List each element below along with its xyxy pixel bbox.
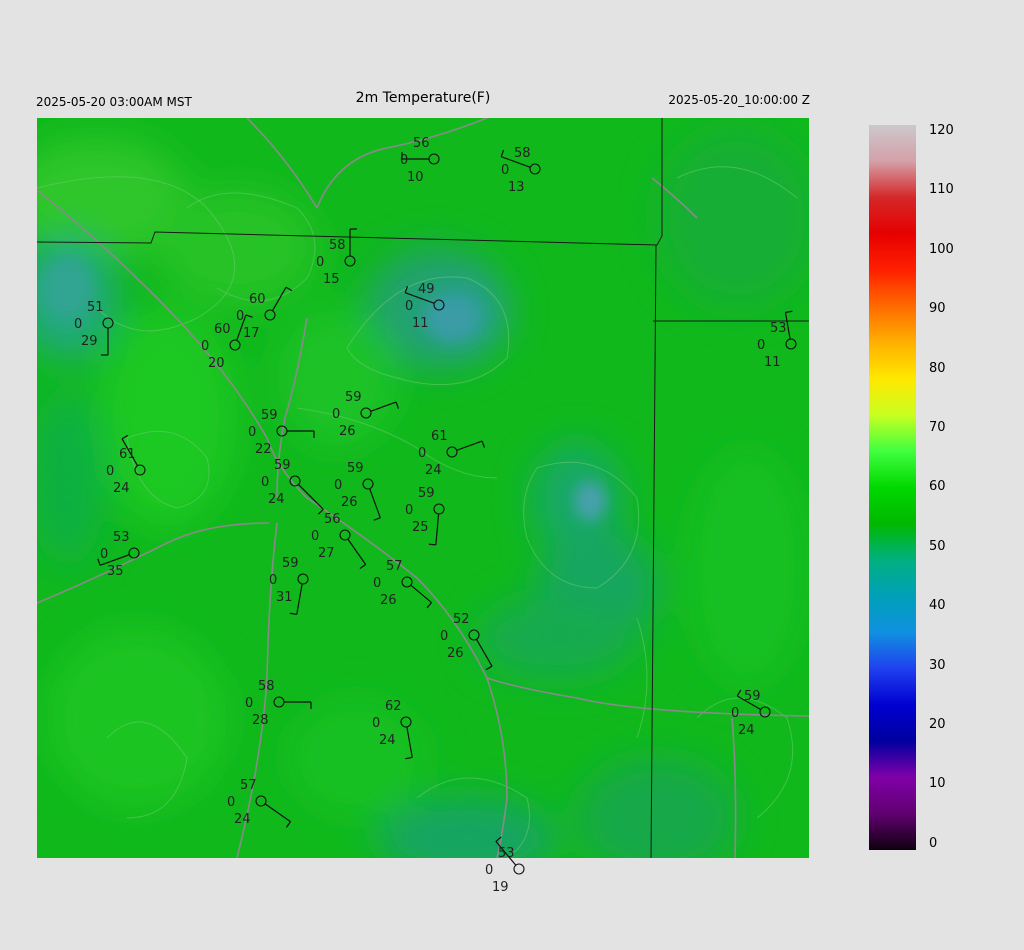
station-visibility: 0 — [372, 716, 380, 731]
colorbar-tick-label: 100 — [929, 241, 954, 257]
station-dewpoint: 26 — [341, 495, 358, 510]
station-dewpoint: 26 — [380, 593, 397, 608]
station-temperature: 59 — [744, 689, 761, 704]
station-temperature: 62 — [385, 699, 402, 714]
station-temperature: 53 — [770, 321, 787, 336]
station-temperature: 59 — [261, 408, 278, 423]
station-temperature: 58 — [258, 679, 275, 694]
colorbar-tick-label: 50 — [929, 538, 946, 554]
station-visibility: 0 — [405, 503, 413, 518]
colorbar-tick-label: 70 — [929, 420, 946, 435]
station-visibility: 0 — [440, 629, 448, 644]
station-temperature: 61 — [119, 447, 136, 462]
station-dewpoint: 24 — [425, 463, 442, 478]
station-dewpoint: 26 — [339, 424, 356, 439]
station-dewpoint: 24 — [113, 481, 130, 496]
station-temperature: 58 — [329, 238, 346, 253]
station-visibility: 0 — [248, 425, 256, 440]
station-dewpoint: 22 — [255, 442, 272, 457]
colorbar-tick-label: 0 — [929, 835, 938, 851]
utc-time-label: 2025-05-20_10:00:00 Z — [668, 93, 810, 107]
temperature-map: 56 0 10 58 0 13 58 0 15 49 0 11 51 0 29 60 0 17 60 0 20 53 0 11… — [37, 118, 809, 895]
station-dewpoint: 19 — [492, 880, 509, 895]
station-temperature: 53 — [498, 846, 515, 861]
station-dewpoint: 31 — [276, 590, 293, 605]
station-visibility: 0 — [311, 529, 319, 544]
station-visibility: 0 — [316, 255, 324, 270]
station-temperature: 53 — [113, 530, 130, 545]
station-visibility: 0 — [245, 696, 253, 711]
temperature-field — [37, 118, 809, 858]
station-dewpoint: 10 — [407, 170, 424, 185]
station-dewpoint: 11 — [764, 355, 781, 370]
station-visibility: 0 — [106, 464, 114, 479]
station-dewpoint: 24 — [268, 492, 285, 507]
station-visibility: 0 — [373, 576, 381, 591]
station-temperature: 57 — [386, 559, 403, 574]
station-visibility: 0 — [501, 163, 509, 178]
station-dewpoint: 11 — [412, 316, 429, 331]
station-temperature: 56 — [413, 136, 430, 151]
colorbar-tick-label: 20 — [929, 717, 946, 732]
colorbar-tick-label: 80 — [929, 360, 946, 376]
station-temperature: 52 — [453, 612, 470, 627]
station-temperature: 60 — [214, 322, 231, 337]
station-dewpoint: 13 — [508, 180, 525, 195]
station-visibility: 0 — [334, 478, 342, 493]
station-circle — [513, 863, 525, 875]
station-dewpoint: 24 — [234, 812, 251, 827]
station-visibility: 0 — [485, 863, 493, 878]
station-visibility: 0 — [418, 446, 426, 461]
station-dewpoint: 15 — [323, 272, 340, 287]
colorbar-tick-label: 40 — [929, 598, 946, 614]
station-visibility: 0 — [74, 317, 82, 332]
colorbar-tick-label: 90 — [929, 301, 946, 317]
station-dewpoint: 20 — [208, 356, 225, 371]
colorbar-tick-label: 10 — [929, 776, 946, 792]
station-visibility: 0 — [100, 547, 108, 562]
station-visibility: 0 — [757, 338, 765, 353]
station-visibility: 0 — [261, 475, 269, 490]
station-temperature: 49 — [418, 282, 435, 297]
station-temperature: 51 — [87, 300, 104, 315]
station-dewpoint: 26 — [447, 646, 464, 661]
station-visibility: 0 — [731, 706, 739, 721]
station-temperature: 59 — [282, 556, 299, 571]
station-temperature: 59 — [418, 486, 435, 501]
station-visibility: 0 — [201, 339, 209, 354]
station-temperature: 58 — [514, 146, 531, 161]
wind-barb-flag — [428, 543, 436, 546]
station-temperature: 60 — [249, 292, 266, 307]
station-dewpoint: 27 — [318, 546, 335, 561]
station-visibility: 0 — [269, 573, 277, 588]
colorbar-tick-label: 110 — [929, 182, 954, 198]
station-dewpoint: 24 — [738, 723, 755, 738]
station-dewpoint: 35 — [107, 564, 124, 579]
colorbar-tick-label: 30 — [929, 657, 946, 673]
station-visibility: 0 — [405, 299, 413, 314]
station-dewpoint: 29 — [81, 334, 98, 349]
station-visibility: 0 — [227, 795, 235, 810]
station-temperature: 59 — [347, 461, 364, 476]
station-dewpoint: 25 — [412, 520, 429, 535]
color-scale-bar — [869, 125, 916, 850]
station-temperature: 56 — [324, 512, 341, 527]
station-dewpoint: 24 — [379, 733, 396, 748]
station-temperature: 57 — [240, 778, 257, 793]
station-temperature: 59 — [274, 458, 291, 473]
station-temperature: 61 — [431, 429, 448, 444]
colorbar-tick-label: 60 — [929, 479, 946, 495]
station-dewpoint: 28 — [252, 713, 269, 728]
station-dewpoint: 17 — [243, 326, 260, 341]
colorbar-tick-label: 120 — [929, 123, 954, 138]
station-visibility: 0 — [400, 153, 408, 168]
map-canvas: 56 0 10 58 0 13 58 0 15 49 0 11 51 0 29 60 0 17 60 0 20 53 0 11… — [37, 118, 809, 895]
station-temperature: 59 — [345, 390, 362, 405]
station-visibility: 0 — [332, 407, 340, 422]
